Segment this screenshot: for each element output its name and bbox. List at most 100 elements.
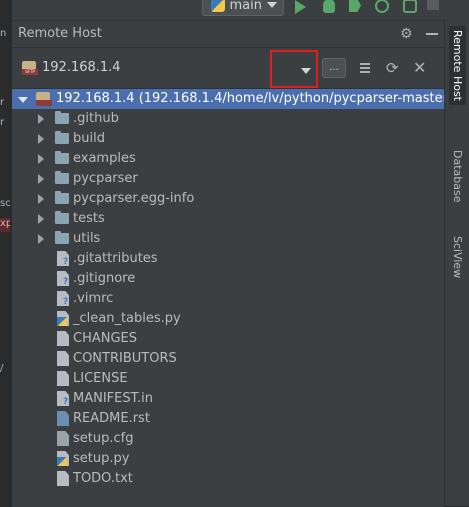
tree-file-item[interactable]: CONTRIBUTORS bbox=[12, 349, 444, 369]
tab-sciview[interactable]: SciView bbox=[449, 232, 466, 282]
gutter-text: sc bbox=[0, 198, 10, 209]
tree-folder-item[interactable]: examples bbox=[12, 149, 444, 169]
tree-folder-item[interactable]: build bbox=[12, 129, 444, 149]
chevron-right-icon[interactable] bbox=[38, 194, 44, 204]
text-file-icon bbox=[57, 471, 69, 486]
remote-file-tree: 192.168.1.4 (192.168.1.4/home/lv/python/… bbox=[12, 89, 453, 507]
tree-root-label: 192.168.1.4 (192.168.1.4/home/lv/python/… bbox=[56, 91, 454, 106]
file-label: .vimrc bbox=[73, 291, 114, 306]
chevron-right-icon[interactable] bbox=[38, 114, 44, 124]
tab-database[interactable]: Database bbox=[449, 146, 466, 207]
file-label: CONTRIBUTORS bbox=[73, 351, 177, 366]
refresh-icon[interactable]: ⟳ bbox=[386, 59, 399, 77]
text-file-icon bbox=[57, 371, 69, 386]
tree-folder-item[interactable]: pycparser bbox=[12, 169, 444, 189]
rst-file-icon bbox=[57, 411, 69, 426]
gutter-text: r bbox=[0, 117, 5, 128]
chevron-right-icon[interactable] bbox=[38, 154, 44, 164]
editor-gutter-fragment: n r r sc xp / bbox=[0, 0, 12, 506]
gear-icon[interactable]: ⚙ bbox=[400, 26, 413, 42]
run-configuration-label: main bbox=[229, 0, 262, 13]
folder-label: pycparser.egg-info bbox=[73, 191, 195, 206]
config-file-icon bbox=[57, 431, 69, 446]
remote-host-panel: Remote Host ⚙ SFTP 192.168.1.4 ... ⟳ ✕ 1… bbox=[12, 20, 453, 507]
tree-folder-item[interactable]: .github bbox=[12, 109, 444, 129]
sftp-icon bbox=[36, 92, 52, 106]
collapse-all-icon[interactable] bbox=[358, 61, 372, 75]
folder-icon bbox=[55, 211, 69, 224]
folder-label: build bbox=[73, 131, 105, 146]
minimize-icon[interactable] bbox=[426, 33, 438, 35]
gutter-text: n bbox=[0, 28, 7, 39]
tree-file-item[interactable]: .gitignore bbox=[12, 269, 444, 289]
folder-label: tests bbox=[73, 211, 105, 226]
folder-icon bbox=[55, 191, 69, 204]
tree-folder-item[interactable]: utils bbox=[12, 229, 444, 249]
sftp-icon: SFTP bbox=[22, 61, 38, 75]
gutter-text: xp bbox=[0, 218, 10, 232]
debug-icon[interactable] bbox=[323, 0, 335, 13]
unknown-file-icon bbox=[57, 271, 69, 286]
run-configuration-selector[interactable]: main bbox=[202, 0, 284, 16]
run-more-icon[interactable] bbox=[403, 0, 417, 13]
tree-file-item[interactable]: .vimrc bbox=[12, 289, 444, 309]
host-selector-row: SFTP 192.168.1.4 ... ⟳ ✕ bbox=[12, 48, 444, 89]
file-label: _clean_tables.py bbox=[73, 311, 181, 326]
folder-label: utils bbox=[73, 231, 101, 246]
profile-icon[interactable] bbox=[375, 0, 389, 13]
tree-file-item[interactable]: CHANGES bbox=[12, 329, 444, 349]
tree-file-item[interactable]: MANIFEST.in bbox=[12, 389, 444, 409]
text-file-icon bbox=[57, 331, 69, 346]
close-icon[interactable]: ✕ bbox=[413, 58, 426, 77]
tree-folder-item[interactable]: pycparser.egg-info bbox=[12, 189, 444, 209]
tree-file-item[interactable]: _clean_tables.py bbox=[12, 309, 444, 329]
unknown-file-icon bbox=[57, 391, 69, 406]
chevron-down-icon bbox=[267, 2, 277, 8]
coverage-icon[interactable] bbox=[349, 0, 361, 12]
python-file-icon bbox=[57, 451, 69, 466]
run-icon[interactable] bbox=[295, 0, 306, 14]
file-label: CHANGES bbox=[73, 331, 138, 346]
folder-label: pycparser bbox=[73, 171, 138, 186]
tree-file-item[interactable]: .gitattributes bbox=[12, 249, 444, 269]
chevron-right-icon[interactable] bbox=[38, 174, 44, 184]
tree-root-item[interactable]: 192.168.1.4 (192.168.1.4/home/lv/python/… bbox=[12, 89, 453, 109]
chevron-down-icon[interactable] bbox=[18, 97, 28, 103]
folder-icon bbox=[55, 111, 69, 124]
tree-file-item[interactable]: README.rst bbox=[12, 409, 444, 429]
chevron-down-icon bbox=[301, 68, 311, 74]
folder-label: examples bbox=[73, 151, 136, 166]
tree-file-item[interactable]: LICENSE bbox=[12, 369, 444, 389]
file-label: .gitattributes bbox=[73, 251, 158, 266]
tree-folder-item[interactable]: tests bbox=[12, 209, 444, 229]
host-dropdown-button[interactable] bbox=[270, 50, 318, 88]
stop-icon[interactable] bbox=[427, 0, 439, 10]
host-selector[interactable]: 192.168.1.4 bbox=[42, 60, 121, 75]
chevron-right-icon[interactable] bbox=[38, 214, 44, 224]
unknown-file-icon bbox=[57, 251, 69, 266]
python-file-icon bbox=[57, 311, 69, 326]
file-label: setup.py bbox=[73, 451, 130, 466]
main-toolbar: main bbox=[12, 0, 469, 20]
file-label: README.rst bbox=[73, 411, 150, 426]
tree-file-item[interactable]: setup.py bbox=[12, 449, 444, 469]
file-label: LICENSE bbox=[73, 371, 128, 386]
folder-icon bbox=[55, 231, 69, 244]
panel-header: Remote Host ⚙ bbox=[12, 21, 444, 48]
chevron-right-icon[interactable] bbox=[38, 134, 44, 144]
tree-file-item[interactable]: setup.cfg bbox=[12, 429, 444, 449]
file-label: MANIFEST.in bbox=[73, 391, 153, 406]
folder-icon bbox=[55, 151, 69, 164]
text-file-icon bbox=[57, 351, 69, 366]
file-label: TODO.txt bbox=[73, 471, 133, 486]
tree-file-item[interactable]: TODO.txt bbox=[12, 469, 444, 489]
gutter-text: r bbox=[0, 97, 5, 108]
chevron-right-icon[interactable] bbox=[38, 234, 44, 244]
file-label: setup.cfg bbox=[73, 431, 134, 446]
panel-title: Remote Host bbox=[18, 26, 102, 41]
python-icon bbox=[211, 0, 225, 12]
unknown-file-icon bbox=[57, 291, 69, 306]
browse-button[interactable]: ... bbox=[322, 58, 346, 78]
tab-remote-host[interactable]: Remote Host bbox=[449, 26, 466, 105]
folder-icon bbox=[55, 131, 69, 144]
